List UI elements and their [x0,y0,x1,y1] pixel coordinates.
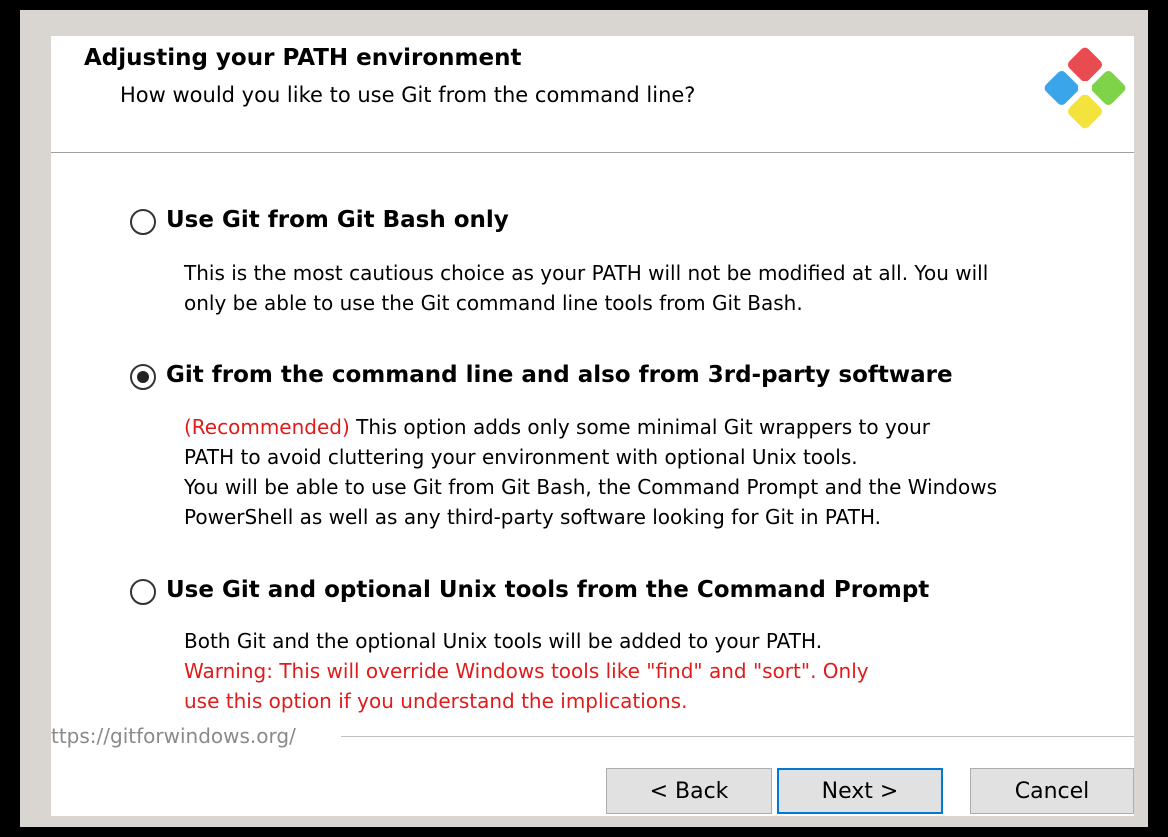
radio-git-and-unix-tools[interactable] [130,579,156,605]
desc-text: This option adds only some minimal Git w… [349,415,930,439]
option-label[interactable]: Use Git from Git Bash only [166,207,509,233]
page-subtitle: How would you like to use Git from the c… [120,83,696,107]
installer-window: Adjusting your PATH environment How woul… [51,36,1134,816]
option-description: (Recommended) This option adds only some… [184,412,997,532]
desc-line: only be able to use the Git command line… [184,291,803,315]
warning-line: Warning: This will override Windows tool… [184,659,869,683]
desc-line: PowerShell as well as any third-party so… [184,505,882,529]
page-title: Adjusting your PATH environment [84,45,522,71]
back-button[interactable]: < Back [606,768,772,814]
recommended-tag: (Recommended) [184,415,350,439]
footer-divider [341,736,1134,737]
desc-line: (Recommended) This option adds only some… [184,412,997,442]
desc-line: You will be able to use Git from Git Bas… [184,475,998,499]
desc-line: This is the most cautious choice as your… [184,261,989,285]
option-label[interactable]: Git from the command line and also from … [166,362,953,388]
radio-git-bash-only[interactable] [130,209,156,235]
git-logo-icon [1044,47,1126,129]
warning-line: use this option if you understand the im… [184,689,688,713]
radio-command-line-and-3rd-party[interactable] [130,364,156,390]
website-link[interactable]: ttps://gitforwindows.org/ [51,724,296,748]
desc-line: PATH to avoid cluttering your environmen… [184,445,858,469]
wizard-header: Adjusting your PATH environment How woul… [51,36,1134,153]
option-label[interactable]: Use Git and optional Unix tools from the… [166,577,929,603]
option-description: Both Git and the optional Unix tools wil… [184,626,869,716]
cancel-button[interactable]: Cancel [970,768,1134,814]
next-button[interactable]: Next > [777,768,943,814]
option-description: This is the most cautious choice as your… [184,258,988,318]
desc-line: Both Git and the optional Unix tools wil… [184,629,823,653]
